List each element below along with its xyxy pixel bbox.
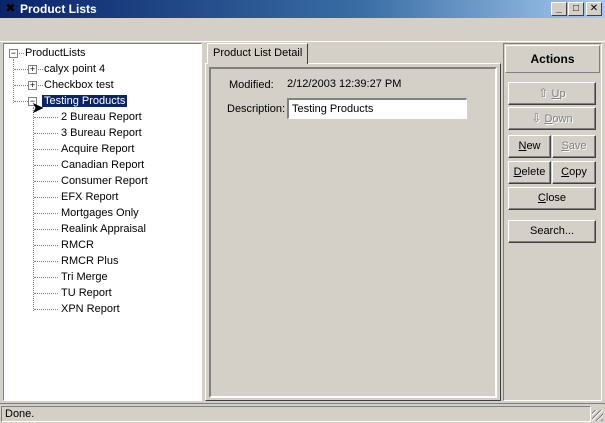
mouse-cursor-icon: ➤ (31, 100, 45, 117)
resize-grip-icon[interactable] (592, 410, 603, 421)
close-window-button[interactable]: ✕ (586, 2, 602, 16)
tree-connector (34, 309, 58, 310)
tree-node-child[interactable]: Mortgages Only (61, 205, 139, 221)
tree-node-testing-products[interactable]: Testing Products (42, 93, 128, 109)
delete-label-rest: elete (521, 166, 546, 178)
selected-node-label: Testing Products (42, 95, 128, 107)
copy-mnemonic: C (561, 166, 570, 178)
down-arrow-icon: ⇩ (531, 111, 542, 125)
copy-button[interactable]: Copy (552, 161, 596, 184)
tree-node-child[interactable]: Tri Merge (61, 269, 108, 285)
up-arrow-icon: ⇧ (538, 86, 549, 100)
tree-connector (14, 69, 28, 70)
down-label-rest: own (552, 113, 573, 125)
actions-panel: Actions ⇧ Up ⇩ Down New Save Delete Copy C… (503, 43, 602, 401)
tree-node-child[interactable]: TU Report (61, 285, 112, 301)
delete-mnemonic: D (513, 166, 522, 178)
tree-connector (14, 101, 28, 102)
product-list-detail-panel: Product List Detail Modified: 2/12/2003 … (205, 43, 501, 401)
tab-content: Modified: 2/12/2003 12:39:27 PM Descript… (205, 63, 501, 401)
tree-node-child[interactable]: Canadian Report (61, 157, 144, 173)
close-mnemonic: C (537, 192, 546, 204)
description-label: Description: (227, 103, 286, 115)
tree-connector (34, 245, 58, 246)
toolbar-strip (0, 20, 605, 42)
tree-connector (19, 53, 24, 54)
tree-connector (38, 69, 43, 70)
close-button[interactable]: Close (508, 187, 596, 210)
tree-connector (34, 277, 58, 278)
tab-product-list-detail[interactable]: Product List Detail (207, 43, 308, 64)
tree-connector (34, 149, 58, 150)
detail-frame: Modified: 2/12/2003 12:39:27 PM Descript… (209, 67, 497, 398)
new-button[interactable]: New (508, 135, 551, 158)
maximize-button[interactable]: □ (568, 2, 584, 16)
new-label-rest: ew (526, 140, 541, 152)
tree-node-calyx-point-4[interactable]: calyx point 4 (44, 61, 105, 77)
modified-value: 2/12/2003 12:39:27 PM (287, 78, 402, 90)
save-label-rest: ave (568, 140, 587, 152)
tree-connector (34, 261, 58, 262)
tree-node-child[interactable]: XPN Report (61, 301, 120, 317)
product-lists-window: ✖ Product Lists _ □ ✕ − ProductLists + c… (0, 0, 605, 423)
tree-node-child[interactable]: RMCR Plus (61, 253, 118, 269)
app-icon: ✖ (5, 1, 16, 15)
expand-icon[interactable]: + (28, 65, 37, 74)
save-button[interactable]: Save (552, 135, 596, 158)
status-bar: Done. (0, 403, 605, 423)
move-up-button[interactable]: ⇧ Up (508, 82, 596, 105)
tree-connector (13, 59, 14, 103)
status-text: Done. (1, 406, 591, 422)
tree-node-child[interactable]: 3 Bureau Report (61, 125, 142, 141)
expand-icon[interactable]: + (28, 81, 37, 90)
tree-node-child[interactable]: RMCR (61, 237, 94, 253)
tree-connector (34, 197, 58, 198)
tree-connector (33, 107, 34, 311)
tree-node-child[interactable]: Acquire Report (61, 141, 134, 157)
copy-label-rest: opy (569, 166, 587, 178)
tree-node-child[interactable]: 2 Bureau Report (61, 109, 142, 125)
close-label-rest: lose (545, 192, 567, 204)
tree-connector (34, 133, 58, 134)
modified-label: Modified: (229, 79, 274, 91)
tree-connector (34, 181, 58, 182)
description-field[interactable] (287, 98, 467, 119)
tree-root-node[interactable]: ProductLists (25, 45, 86, 61)
tree-node-child[interactable]: Consumer Report (61, 173, 148, 189)
search-button[interactable]: Search... (508, 220, 596, 243)
tree-node-child[interactable]: EFX Report (61, 189, 118, 205)
tree-node-child[interactable]: Realink Appraisal (61, 221, 146, 237)
tree-node-checkbox-test[interactable]: Checkbox test (44, 77, 114, 93)
tree-connector (34, 117, 58, 118)
delete-button[interactable]: Delete (508, 161, 551, 184)
save-mnemonic: S (561, 140, 569, 152)
minimize-button[interactable]: _ (551, 2, 567, 16)
tree-connector (34, 293, 58, 294)
collapse-icon[interactable]: − (9, 49, 18, 58)
actions-header: Actions (505, 45, 600, 73)
product-list-tree[interactable]: − ProductLists + calyx point 4 + Checkbo… (3, 43, 202, 401)
window-title: Product Lists (20, 2, 97, 16)
tree-connector (34, 213, 58, 214)
tree-connector (38, 85, 43, 86)
move-down-button[interactable]: ⇩ Down (508, 107, 596, 130)
title-bar[interactable]: ✖ Product Lists _ □ ✕ (0, 0, 605, 18)
tree-connector (34, 165, 58, 166)
up-label-rest: p (559, 88, 566, 100)
tree-connector (34, 229, 58, 230)
tree-connector (14, 85, 28, 86)
